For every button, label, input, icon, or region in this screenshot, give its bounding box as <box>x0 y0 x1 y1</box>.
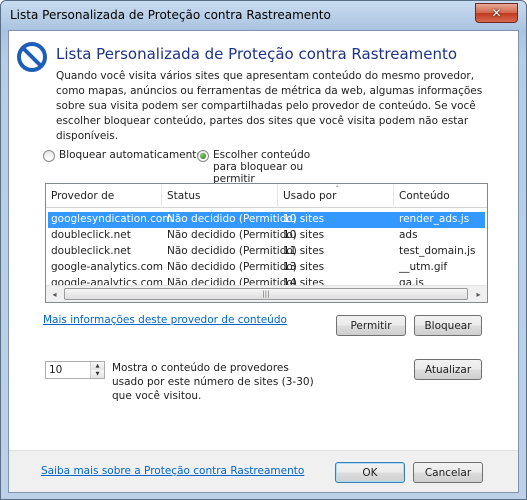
window-title: Lista Personalizada de Proteção contra R… <box>10 8 331 22</box>
choose-content-radio[interactable] <box>197 150 209 162</box>
used-by-cell: 13 sites <box>283 261 325 273</box>
status-cell: Não decidido (Permitido) <box>167 213 297 225</box>
learn-more-link[interactable]: Saiba mais sobre a Proteção contra Rastr… <box>41 465 304 477</box>
used-by-cell: 10 sites <box>283 229 325 241</box>
choose-content-option[interactable]: Escolher conteúdo para bloquear ou permi… <box>197 149 337 185</box>
provider-cell: doubleclick.net <box>51 229 131 241</box>
block-icon <box>17 42 47 72</box>
column-content[interactable]: Conteúdo <box>394 184 487 208</box>
stepper-buttons: ▲ ▼ <box>90 362 104 378</box>
auto-block-label: Bloquear automaticamente <box>59 149 203 161</box>
list-row[interactable]: doubleclick.net Não decidido (Permitido)… <box>48 244 485 260</box>
used-by-cell: 11 sites <box>283 245 325 257</box>
close-icon: ✕ <box>491 6 502 20</box>
allow-button[interactable]: Permitir <box>336 315 406 336</box>
stepper-down-icon[interactable]: ▼ <box>91 370 104 378</box>
list-row[interactable]: googlesyndication.com Não decidido (Perm… <box>48 212 485 228</box>
scroll-left-icon[interactable]: ◂ <box>46 286 63 302</box>
description-text: Quando você visita vários sites que apre… <box>56 70 483 142</box>
dialog-footer: Saiba mais sobre a Proteção contra Rastr… <box>9 450 518 492</box>
column-used-by-label: Usado por <box>283 190 337 202</box>
horizontal-scrollbar[interactable]: ◂ ||| ▸ <box>46 285 487 302</box>
dialog-window: Lista Personalizada de Proteção contra R… <box>0 0 527 500</box>
stepper-up-icon[interactable]: ▲ <box>91 362 104 370</box>
site-count-stepper[interactable]: 10 ▲ ▼ <box>45 361 105 379</box>
status-cell: Não decidido (Permitido) <box>167 229 297 241</box>
content-cell: render_ads.js <box>399 213 470 225</box>
provider-cell: googlesyndication.com <box>51 213 173 225</box>
close-button[interactable]: ✕ <box>475 3 518 23</box>
refresh-button[interactable]: Atualizar <box>414 359 482 380</box>
block-button[interactable]: Bloquear <box>414 315 482 336</box>
ok-button[interactable]: OK <box>335 462 405 483</box>
used-by-cell: 10 sites <box>283 213 325 225</box>
content-cell: test_domain.js <box>399 245 476 257</box>
scroll-grip-icon: ||| <box>262 290 270 298</box>
dialog-content: Lista Personalizada de Proteção contra R… <box>8 30 519 493</box>
content-cell: ads <box>399 229 418 241</box>
content-provider-list[interactable]: Provedor de conteúdo Status ˄ Usado por … <box>45 183 488 303</box>
column-used-by[interactable]: ˄ Usado por <box>278 184 394 208</box>
list-header: Provedor de conteúdo Status ˄ Usado por … <box>46 184 487 226</box>
auto-block-radio[interactable] <box>43 150 55 162</box>
title-bar: Lista Personalizada de Proteção contra R… <box>1 1 526 31</box>
choose-content-label: Escolher conteúdo para bloquear ou permi… <box>213 149 311 185</box>
content-cell: __utm.gif <box>399 261 448 273</box>
column-status[interactable]: Status <box>162 184 278 208</box>
cancel-button[interactable]: Cancelar <box>413 462 483 483</box>
sort-arrow-icon: ˄ <box>335 185 340 193</box>
page-title: Lista Personalizada de Proteção contra R… <box>56 45 458 63</box>
list-row[interactable]: google-analytics.com Não decidido (Permi… <box>48 260 485 276</box>
list-row[interactable]: doubleclick.net Não decidido (Permitido)… <box>48 228 485 244</box>
provider-cell: google-analytics.com <box>51 261 164 273</box>
site-count-label: Mostra o conteúdo de provedores usado po… <box>112 362 314 402</box>
status-cell: Não decidido (Permitido) <box>167 245 297 257</box>
provider-cell: doubleclick.net <box>51 245 131 257</box>
site-count-value[interactable]: 10 <box>49 364 62 376</box>
scroll-thumb[interactable]: ||| <box>64 288 468 300</box>
status-cell: Não decidido (Permitido) <box>167 261 297 273</box>
auto-block-option[interactable]: Bloquear automaticamente <box>43 149 203 162</box>
scroll-right-icon[interactable]: ▸ <box>470 286 487 302</box>
provider-info-link[interactable]: Mais informações deste provedor de conte… <box>43 314 287 326</box>
column-provider[interactable]: Provedor de conteúdo <box>46 184 162 226</box>
